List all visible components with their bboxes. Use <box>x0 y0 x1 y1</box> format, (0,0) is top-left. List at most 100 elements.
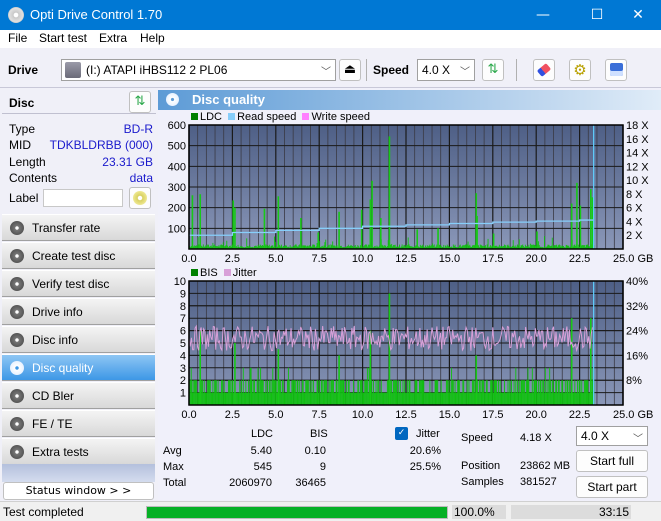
bis-bar <box>485 380 487 405</box>
minimize-button[interactable]: — <box>520 0 566 30</box>
y-tick-label-left: 8 <box>180 301 186 313</box>
bis-bar <box>208 380 209 405</box>
nav-create-test-disc[interactable]: Create test disc <box>2 242 155 269</box>
drive-select[interactable]: (I:) ATAPI iHBS112 2 PL06 ﹀ <box>61 59 336 81</box>
bis-bar <box>555 380 557 405</box>
nav-verify-test-disc[interactable]: Verify test disc <box>2 270 155 297</box>
bis-bar <box>383 392 385 405</box>
y-tick-label-left: 9 <box>180 288 186 300</box>
bis-bar <box>308 392 310 405</box>
disc-key: Length <box>9 155 46 169</box>
bis-bar <box>314 392 316 405</box>
nav-fe-te[interactable]: FE / TE <box>2 410 155 437</box>
menu-extra[interactable]: Extra <box>99 31 127 45</box>
bis-bar <box>484 392 486 405</box>
save-button[interactable] <box>605 59 627 81</box>
nav-transfer-rate[interactable]: Transfer rate <box>2 214 155 241</box>
test-speed-value: 4.0 X <box>581 429 610 443</box>
y-tick-label-left: 4 <box>180 350 186 362</box>
drive-value: (I:) ATAPI iHBS112 2 PL06 <box>86 63 228 77</box>
label-disc-button[interactable] <box>129 187 151 209</box>
erase-button[interactable] <box>533 59 555 81</box>
nav-label: Create test disc <box>32 249 116 263</box>
bis-bar <box>326 380 328 405</box>
bis-bar <box>451 367 453 405</box>
x-tick-label: 5.0 <box>268 409 283 421</box>
progress-bar <box>146 506 448 519</box>
bis-bar <box>232 380 234 405</box>
test-speed-select[interactable]: 4.0 X ﹀ <box>576 426 648 446</box>
bis-bar <box>224 392 226 405</box>
bis-bar <box>253 380 255 405</box>
bis-bar <box>195 380 196 405</box>
bis-bar <box>491 380 493 405</box>
nav-extra-tests[interactable]: Extra tests <box>2 438 155 465</box>
bis-bar <box>504 392 506 405</box>
bis-bar <box>378 380 380 405</box>
bis-bar <box>252 392 254 405</box>
start-part-button[interactable]: Start part <box>576 476 648 498</box>
bis-bar <box>558 380 560 405</box>
bis-bar <box>449 380 451 405</box>
bis-bar <box>575 392 577 405</box>
bis-bar <box>525 380 527 405</box>
nav-cd-bler[interactable]: CD Bler <box>2 382 155 409</box>
drive-info-icon <box>10 305 24 319</box>
bis-bar <box>382 392 384 405</box>
bis-bar <box>384 392 386 405</box>
bis-bar <box>315 392 317 405</box>
bis-bar <box>468 380 470 405</box>
bis-bar <box>511 392 513 405</box>
nav-label: FE / TE <box>32 417 73 431</box>
bis-bar <box>293 380 295 405</box>
bis-bar <box>421 380 423 405</box>
bis-bar <box>407 392 409 405</box>
bis-bar <box>524 380 525 405</box>
stats-max-ldc: 545 <box>253 461 272 473</box>
menu-start-test[interactable]: Start test <box>39 31 87 45</box>
bis-bar <box>329 392 331 405</box>
bis-bar <box>425 392 427 405</box>
eject-button[interactable]: ⏏ <box>339 59 361 81</box>
bis-bar <box>395 380 397 405</box>
bis-bar <box>442 392 444 405</box>
bis-bar <box>276 392 278 405</box>
bis-bar <box>484 392 486 405</box>
bis-bar <box>399 392 400 405</box>
nav-disc-info[interactable]: Disc info <box>2 326 155 353</box>
bis-bar <box>304 392 306 405</box>
nav-disc-quality[interactable]: Disc quality <box>2 354 155 381</box>
start-full-button[interactable]: Start full <box>576 450 648 472</box>
bis-bar <box>559 392 561 405</box>
bis-bar <box>494 380 496 405</box>
disc-quality-icon <box>10 361 24 375</box>
maximize-button[interactable]: ☐ <box>574 0 620 30</box>
speed-select[interactable]: 4.0 X ﹀ <box>417 59 475 81</box>
menu-file[interactable]: File <box>8 31 27 45</box>
bis-bar <box>511 380 512 405</box>
bis-bar <box>196 392 198 405</box>
bis-bar <box>341 380 343 405</box>
close-button[interactable]: ✕ <box>615 0 661 30</box>
bis-bar <box>406 392 407 405</box>
jitter-checkbox[interactable]: ✓ <box>395 427 408 440</box>
refresh-button[interactable]: ⇅ <box>482 59 504 81</box>
bis-bar <box>425 392 426 405</box>
bis-bar <box>265 380 267 405</box>
bis-bar <box>272 367 274 405</box>
stats-avg-jitter: 20.6% <box>409 445 441 457</box>
bis-bar <box>557 392 558 405</box>
menu-help[interactable]: Help <box>140 31 165 45</box>
label-input[interactable] <box>43 189 123 207</box>
bis-bar <box>366 380 367 405</box>
disc-refresh-button[interactable]: ⇅ <box>129 91 151 113</box>
bis-bar <box>498 392 500 405</box>
settings-button[interactable]: ⚙ <box>569 59 591 81</box>
speed-label: Speed <box>461 432 493 444</box>
x-tick-label: 7.5 <box>312 409 327 421</box>
status-window-button[interactable]: Status window > > <box>3 482 154 500</box>
stats-total-label: Total <box>163 477 187 489</box>
nav-drive-info[interactable]: Drive info <box>2 298 155 325</box>
bis-bar <box>471 380 473 405</box>
bis-bar <box>501 392 503 405</box>
